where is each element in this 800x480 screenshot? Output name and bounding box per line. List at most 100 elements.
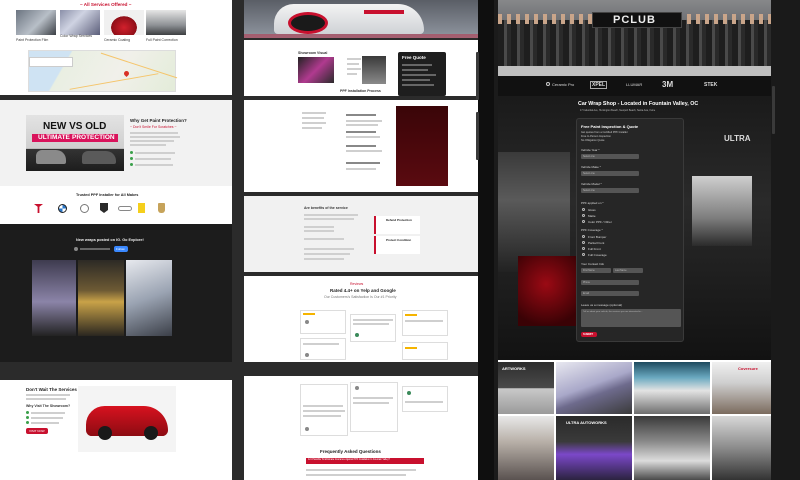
gallery-photo-7[interactable]	[634, 416, 710, 480]
gallery-photo-8[interactable]	[712, 416, 772, 480]
reviews-section: Reviews Rated 4.4+ on Yelp and Google Ou…	[244, 276, 478, 362]
service-label-2[interactable]: Color Wrap Services	[60, 34, 92, 38]
ppf-type-radio-1[interactable]	[582, 208, 585, 211]
reviews-tag: Reviews	[350, 282, 364, 286]
ppf-type-radio-2[interactable]	[582, 214, 585, 217]
service-thumb-wrap[interactable]	[60, 10, 100, 35]
service-label-1[interactable]: Paint Protection Film	[16, 38, 48, 42]
coverage-radio-2[interactable]	[582, 241, 585, 244]
promo-new-vs-old: NEW VS OLD	[43, 121, 107, 132]
service-thumb-correction[interactable]	[146, 10, 186, 35]
service-label-4[interactable]: Full Paint Correction	[146, 38, 178, 42]
vehicle-year-label: Vehicle Year *	[581, 148, 600, 152]
phone-field[interactable]: Phone	[581, 280, 639, 285]
porsche-logo-icon	[158, 203, 165, 213]
review-card-3	[402, 310, 448, 336]
last-name-field[interactable]: Last Name	[613, 268, 643, 273]
contact-info-label: Your Contact Info	[581, 262, 605, 266]
website-preview-left: ~ All Services Offered ~ Paint Protectio…	[0, 0, 232, 480]
red-ferrari-image	[78, 386, 176, 452]
dark-red-swatch	[396, 106, 448, 186]
free-quote-card: Free Quote	[398, 52, 446, 96]
location-map[interactable]	[28, 50, 178, 92]
vehicle-model-label: Vehicle Model *	[581, 182, 602, 186]
gallery-photo-5[interactable]	[498, 416, 554, 480]
showroom-section: Showroom Visual PPF Installation Process…	[244, 40, 478, 96]
phone-bezel-right	[771, 0, 800, 480]
ceramic-pro-logo-icon	[546, 82, 550, 86]
form-point-1: Get quotes from a Certified PPF Installe…	[581, 131, 628, 134]
service-thumb-ppf[interactable]	[16, 10, 56, 35]
review-card-6	[300, 384, 348, 436]
gallery-photo-3[interactable]	[634, 362, 710, 414]
showroom-cta-section: Don't Wait The Services Why Visit The Sh…	[0, 380, 232, 480]
instagram-section: New wraps posted on IG. Go Explore! Foll…	[0, 224, 232, 362]
brands-heading: Trusted PPF Installer for All Makes	[76, 193, 139, 197]
first-name-field[interactable]: First Name	[581, 268, 611, 273]
ppf-type-label: PPF applied on *	[581, 201, 604, 205]
free-quote-title: Free Quote	[402, 55, 426, 60]
vehicle-year-select[interactable]: Select one	[581, 154, 639, 159]
service-thumb-ceramic[interactable]	[104, 10, 144, 35]
submit-button[interactable]: SUBMIT	[581, 332, 597, 337]
mercedes-logo-icon	[80, 204, 89, 213]
review-card-2	[350, 314, 396, 342]
dont-wait-heading: Don't Wait The Services	[26, 387, 77, 392]
why-us-heading: Why Visit The Showroom?	[26, 404, 71, 408]
reel-thumb-3[interactable]	[126, 260, 172, 336]
ferrari-logo-icon	[138, 203, 145, 213]
form-point-3: No Obligation Quote	[581, 139, 605, 142]
benefits-section: Are benefits of the service Defend Prote…	[244, 196, 478, 272]
visit-now-button[interactable]: VISIT NOW	[26, 428, 48, 434]
form-point-2: Free In-Person Inspection	[581, 135, 611, 138]
promo-video-thumb[interactable]: NEW VS OLD ULTIMATE PROTECTION	[26, 115, 124, 171]
avatar	[355, 386, 359, 390]
service-label-3[interactable]: Ceramic Coating	[104, 38, 130, 42]
vehicle-make-select[interactable]: Select one	[581, 171, 639, 176]
gallery-photo-2[interactable]	[556, 362, 632, 414]
why-ppf-heading: Why Get Paint Protection?	[130, 118, 187, 123]
showroom-photo[interactable]	[362, 56, 386, 84]
promo-ultimate: ULTIMATE	[38, 134, 70, 141]
email-field[interactable]: Email	[581, 291, 639, 296]
benefit-card-a: Defend Protection	[374, 216, 420, 234]
review-card-4	[300, 338, 346, 360]
gallery-photo-1[interactable]: ARTWORKS	[498, 362, 554, 414]
coverage-radio-4[interactable]	[582, 253, 585, 256]
check-icon	[130, 163, 133, 166]
showroom-thumb[interactable]	[298, 57, 334, 83]
message-textarea[interactable]: Tell us about your vehicle, the services…	[581, 309, 681, 327]
gallery-photo-4[interactable]: Coversure	[712, 362, 772, 414]
phone-side-button	[476, 112, 479, 160]
services-heading: ~ All Services Offered ~	[80, 2, 132, 7]
ppf-type-radio-3[interactable]	[582, 220, 585, 223]
vehicle-model-select[interactable]: Select one	[581, 188, 639, 193]
vehicle-make-label: Vehicle Make *	[581, 165, 601, 169]
address-line: 17 Industrial Ave, Huntington Beach, New…	[580, 109, 656, 112]
avatar	[355, 333, 359, 337]
avatar	[305, 353, 309, 357]
showroom-heading: Showroom Visual	[298, 51, 328, 55]
check-icon	[26, 416, 29, 419]
avatar	[74, 247, 78, 251]
reels-heading: New wraps posted on IG. Go Explore!	[76, 238, 144, 242]
reel-thumb-1[interactable]	[32, 260, 76, 336]
partner-logo-4: 3M	[662, 80, 674, 89]
tesla-logo-icon	[34, 204, 43, 213]
gallery-grid: ARTWORKS Coversure ULTRA AUTOWORKS	[498, 360, 772, 480]
coverage-radio-3[interactable]	[582, 247, 585, 250]
avatar	[305, 320, 309, 324]
hero-car-section	[244, 0, 478, 38]
coverage-radio-1[interactable]	[582, 235, 585, 238]
partner-logo-2: XPEL	[590, 81, 608, 89]
message-label: Leave us a message (optional)	[581, 303, 623, 307]
bg-car-left	[498, 152, 570, 272]
gallery-photo-6[interactable]: ULTRA AUTOWORKS	[556, 416, 632, 480]
partner-logo-1: Ceramic Pro	[552, 82, 575, 87]
coverage-label: PPF Coverage *	[581, 228, 603, 232]
reel-thumb-2[interactable]	[78, 260, 124, 336]
map-pin-icon[interactable]	[122, 69, 131, 78]
follow-button[interactable]: Follow	[114, 246, 128, 252]
promo-protection: PROTECTION	[72, 134, 115, 141]
faq-banner[interactable]: Is It Possible To Eliminate Insurance Ag…	[306, 458, 424, 464]
